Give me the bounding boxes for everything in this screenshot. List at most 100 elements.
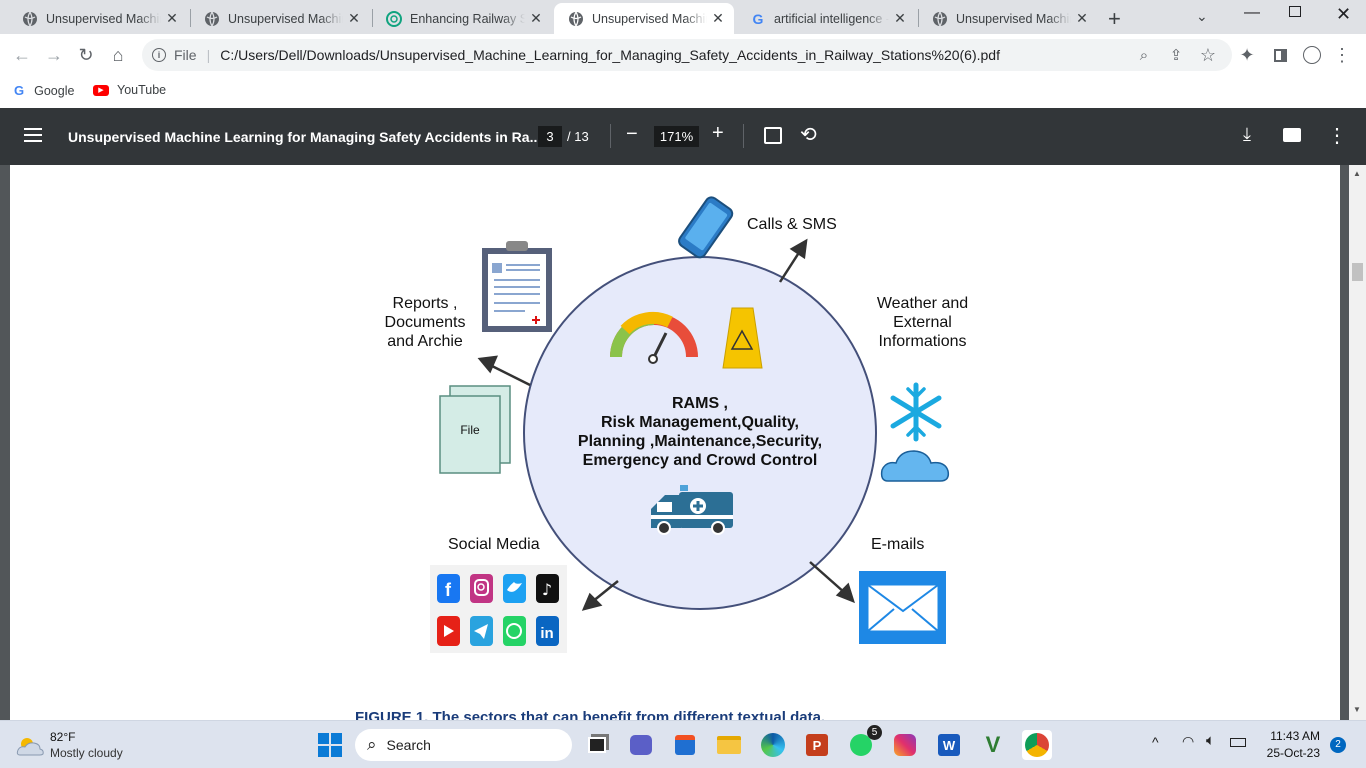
email-icon [859, 571, 946, 644]
weather-temp[interactable]: 82°F [50, 730, 75, 744]
clipboard-icon [482, 241, 552, 332]
close-tab-icon[interactable]: ✕ [164, 10, 180, 27]
reports-label: Reports , Documents and Archie [384, 295, 466, 350]
tab-4-active[interactable]: Unsupervised Machin ✕ [554, 3, 734, 34]
instagram-icon [470, 574, 493, 603]
vim-icon[interactable]: V [978, 730, 1008, 760]
restore-button[interactable] [1289, 6, 1301, 17]
weather-cloud-icon[interactable] [16, 735, 44, 762]
clock-date[interactable]: 25-Oct-23 [1262, 746, 1320, 760]
home-button[interactable]: ⌂ [106, 43, 130, 67]
pdf-scrollbar[interactable]: ▲ ▼ [1349, 165, 1366, 720]
more-actions-icon[interactable]: ⋮ [1327, 123, 1347, 148]
forward-button[interactable]: → [42, 43, 66, 67]
edge-icon[interactable] [758, 730, 788, 760]
close-tab-icon[interactable]: ✕ [1074, 10, 1090, 27]
arrow-reports [489, 363, 531, 387]
close-tab-icon[interactable]: ✕ [710, 10, 726, 27]
download-icon[interactable]: ⤓ [1243, 124, 1251, 145]
close-tab-icon[interactable]: ✕ [528, 10, 544, 27]
cloud-icon [880, 450, 950, 482]
show-hidden-icons[interactable]: ^ [1152, 734, 1159, 750]
scheme-label: File [174, 47, 197, 63]
tab-3[interactable]: Enhancing Railway Sa ✕ [372, 3, 552, 34]
weather-label: Weather and External Informations [876, 295, 969, 350]
close-window-button[interactable]: ✕ [1336, 4, 1351, 25]
zoom-out-button[interactable]: − [626, 123, 638, 146]
tab-2[interactable]: Unsupervised Machin ✕ [190, 3, 370, 34]
pdf-menu-icon[interactable] [24, 128, 42, 142]
whatsapp-taskbar-icon[interactable]: 5 [846, 725, 882, 760]
figure-caption: FIGURE 1. The sectors that can benefit f… [355, 709, 826, 720]
reload-button[interactable]: ↻ [74, 43, 98, 67]
globe-icon [204, 11, 220, 27]
share-icon[interactable]: ⇪ [1164, 43, 1188, 67]
volume-icon[interactable]: 🔈︎ [1206, 732, 1215, 749]
extensions-icon[interactable]: ✦ [1235, 43, 1259, 67]
fit-page-icon[interactable] [764, 127, 782, 144]
google-icon: G [752, 10, 764, 27]
social-media-label: Social Media [448, 536, 540, 553]
tab-5[interactable]: G artificial intelligence - ✕ [736, 3, 916, 34]
browser-toolbar: ← → ↻ ⌂ i File | C:/Users/Dell/Downloads… [0, 34, 1366, 76]
whatsapp-icon [503, 616, 526, 646]
bookmark-google[interactable]: G Google [14, 83, 74, 98]
weather-description[interactable]: Mostly cloudy [50, 746, 123, 760]
bookmark-star-icon[interactable]: ☆ [1196, 43, 1220, 67]
pdf-viewport: f ♪ in RAMS , Risk Management,Quality, P… [0, 165, 1366, 720]
twitter-icon [503, 574, 526, 603]
bookmarks-bar: G Google ▶ YouTube [0, 76, 1366, 108]
start-button[interactable] [315, 730, 345, 760]
arrow-head-calls [789, 238, 808, 260]
store-icon[interactable] [670, 730, 700, 760]
emails-label: E-mails [871, 536, 925, 553]
battery-icon[interactable] [1230, 738, 1246, 747]
tab-search-icon[interactable]: ⌄ [1196, 8, 1208, 25]
menu-icon[interactable]: ⋮ [1330, 43, 1354, 67]
side-panel-icon[interactable] [1268, 43, 1292, 67]
scrollbar-thumb[interactable] [1352, 263, 1363, 281]
globe-icon [22, 11, 38, 27]
info-icon[interactable]: i [152, 48, 166, 62]
rotate-icon[interactable]: ⟲ [800, 122, 817, 147]
new-tab-button[interactable]: + [1108, 6, 1121, 32]
page-number-input[interactable]: 3 [538, 126, 562, 147]
print-icon[interactable] [1283, 128, 1301, 142]
notification-badge[interactable]: 2 [1330, 737, 1346, 753]
instagram-taskbar-icon[interactable] [890, 730, 920, 760]
close-tab-icon[interactable]: ✕ [346, 10, 362, 27]
pdf-page: f ♪ in RAMS , Risk Management,Quality, P… [10, 165, 1340, 720]
url-text[interactable]: C:/Users/Dell/Downloads/Unsupervised_Mac… [220, 47, 1000, 63]
minimize-button[interactable]: — [1244, 4, 1260, 22]
profile-avatar[interactable] [1300, 43, 1324, 67]
close-tab-icon[interactable]: ✕ [892, 10, 908, 27]
powerpoint-icon[interactable]: P [802, 730, 832, 760]
task-view-icon[interactable] [582, 730, 612, 760]
tab-1[interactable]: Unsupervised Machin ✕ [8, 3, 188, 34]
zoom-level-input[interactable]: 171% [654, 126, 699, 147]
teams-chat-icon[interactable] [626, 730, 656, 760]
arrow-head-reports [477, 355, 499, 374]
youtube-icon [437, 616, 460, 646]
chrome-taskbar-icon[interactable] [1022, 730, 1052, 760]
wifi-icon[interactable]: ◠ [1182, 733, 1194, 750]
zoom-in-button[interactable]: + [712, 122, 724, 145]
svg-text:♪: ♪ [542, 580, 552, 599]
tab-strip: Unsupervised Machin ✕ Unsupervised Machi… [0, 0, 1366, 34]
zoom-icon[interactable]: ⌕ [1132, 43, 1156, 67]
file-explorer-icon[interactable] [714, 730, 744, 760]
clock-time[interactable]: 11:43 AM [1262, 729, 1320, 743]
back-button[interactable]: ← [10, 43, 34, 67]
google-icon: G [14, 83, 25, 98]
bookmark-youtube[interactable]: ▶ YouTube [93, 83, 166, 97]
globe-icon [568, 11, 584, 27]
globe-icon [932, 11, 948, 27]
word-icon[interactable]: W [934, 730, 964, 760]
arrow-calls [778, 250, 802, 283]
address-bar[interactable]: i File | C:/Users/Dell/Downloads/Unsuper… [142, 39, 1232, 71]
svg-text:in: in [540, 625, 553, 642]
pdf-toolbar: Unsupervised Machine Learning for Managi… [0, 108, 1366, 165]
snowflake-icon [890, 382, 942, 442]
taskbar-search[interactable]: ⌕ Search [355, 729, 572, 761]
tab-6[interactable]: Unsupervised Machin ✕ [918, 3, 1098, 34]
